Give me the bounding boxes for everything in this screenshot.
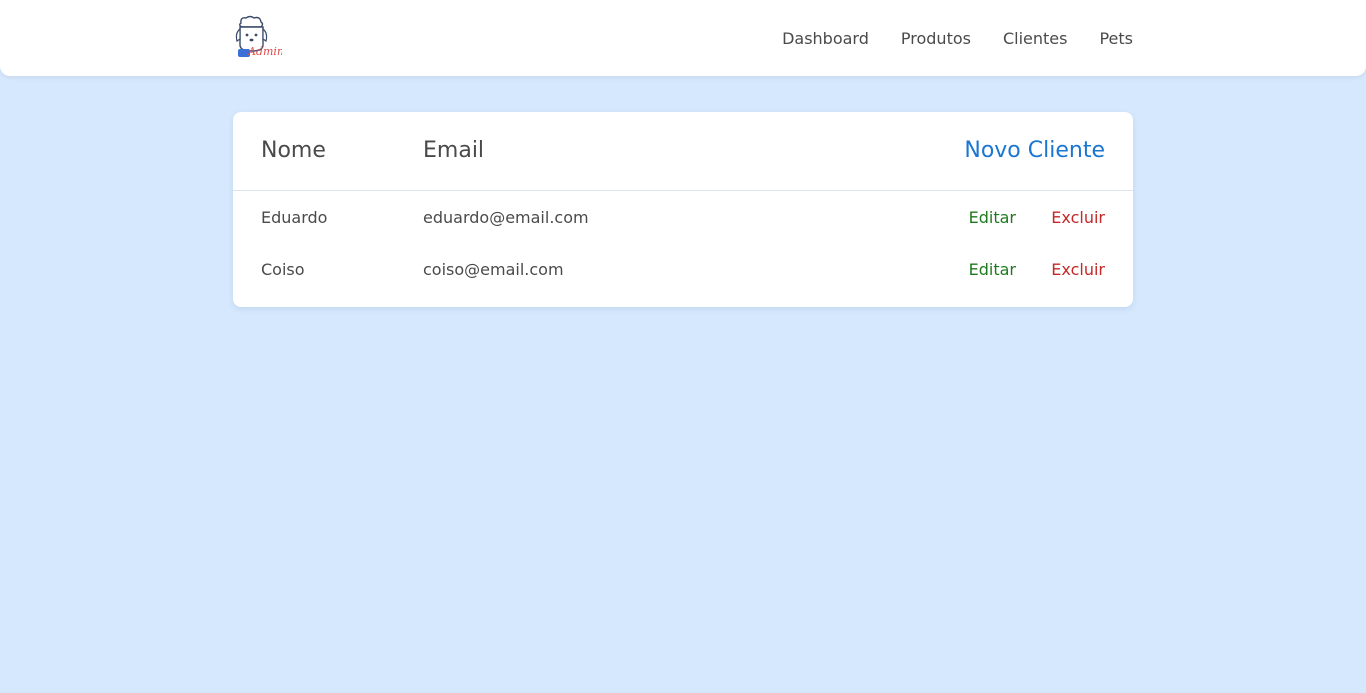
nav-produtos[interactable]: Produtos — [901, 29, 971, 48]
client-name: Coiso — [261, 260, 305, 279]
column-header-email: Email — [423, 138, 485, 163]
client-name: Eduardo — [261, 208, 328, 227]
nav-clientes[interactable]: Clientes — [1003, 29, 1068, 48]
brand-logo[interactable]: Admin — [232, 15, 284, 61]
column-header-nome: Nome — [261, 138, 326, 163]
edit-client-button[interactable]: Editar — [969, 260, 1016, 279]
dog-logo-icon: Admin — [235, 15, 284, 58]
edit-client-button[interactable]: Editar — [969, 208, 1016, 227]
delete-client-button[interactable]: Excluir — [1051, 208, 1105, 227]
clients-table-card: Nome Email Novo Cliente Eduardo eduardo@… — [233, 112, 1133, 307]
client-email: eduardo@email.com — [423, 208, 589, 227]
table-row: Eduardo eduardo@email.com Editar Excluir — [233, 191, 1133, 243]
new-client-button[interactable]: Novo Cliente — [964, 138, 1105, 163]
client-email: coiso@email.com — [423, 260, 564, 279]
nav-dashboard[interactable]: Dashboard — [782, 29, 869, 48]
delete-client-button[interactable]: Excluir — [1051, 260, 1105, 279]
top-navbar: Admin Dashboard Produtos Clientes Pets — [0, 0, 1366, 76]
table-header: Nome Email Novo Cliente — [233, 112, 1133, 191]
table-row: Coiso coiso@email.com Editar Excluir — [233, 243, 1133, 295]
svg-text:Admin: Admin — [247, 45, 282, 58]
nav-pets[interactable]: Pets — [1099, 29, 1133, 48]
main-nav: Dashboard Produtos Clientes Pets — [782, 0, 1133, 76]
